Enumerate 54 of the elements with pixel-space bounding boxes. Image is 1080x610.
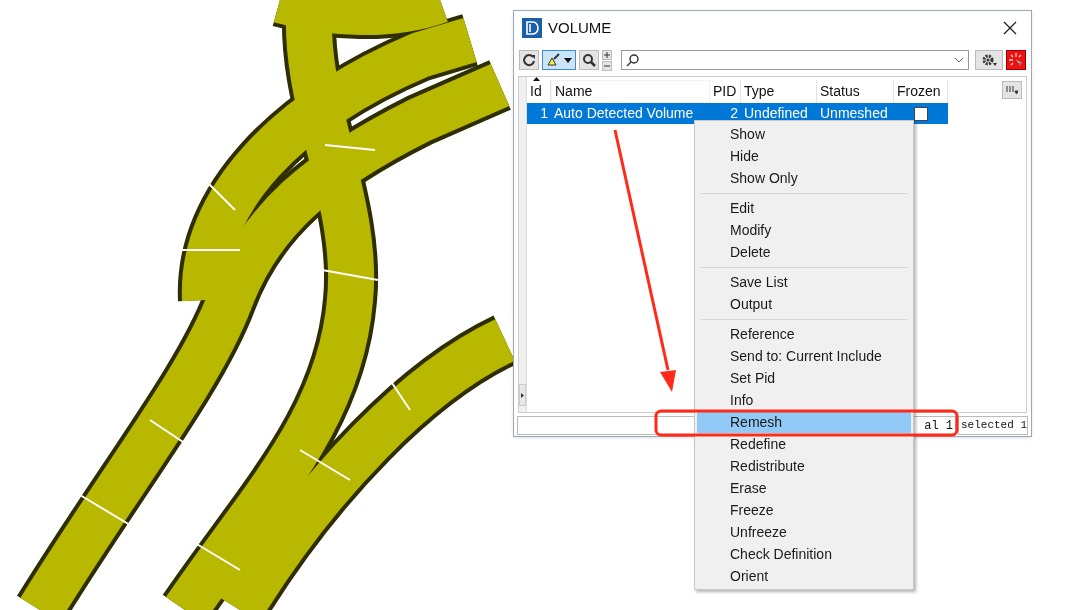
highlighter-icon (545, 53, 562, 67)
sort-arrow-icon (533, 77, 540, 81)
menu-item[interactable]: Orient (697, 565, 911, 587)
menu-item[interactable]: Remesh (697, 411, 911, 433)
menu-item[interactable]: Send to: Current Include (697, 345, 911, 367)
scroll-arrow-button[interactable] (519, 384, 526, 406)
menu-item[interactable]: Hide (697, 145, 911, 167)
menu-item[interactable]: Show (697, 123, 911, 145)
cursor-icon (1009, 53, 1024, 67)
menu-item[interactable]: Set Pid (697, 367, 911, 389)
menu-item[interactable]: Modify (697, 219, 911, 241)
table-cell-text: 1 (539, 104, 549, 123)
highlight-dropdown-button[interactable] (541, 50, 576, 70)
zoom-button[interactable] (578, 50, 599, 70)
search-combobox[interactable] (620, 50, 970, 70)
search-icon (625, 53, 640, 67)
pick-button[interactable] (1006, 50, 1026, 70)
plus-icon (603, 51, 610, 58)
magnifier-icon (581, 53, 596, 67)
menu-item[interactable]: Reference (697, 323, 911, 345)
plus-button[interactable] (601, 49, 612, 60)
menu-item[interactable]: Freeze (697, 499, 911, 521)
menu-item[interactable]: Check Definition (697, 543, 911, 565)
column-chooser-button[interactable] (1002, 81, 1022, 99)
caret-down-icon (563, 57, 572, 63)
menu-item[interactable]: Show Only (697, 167, 911, 189)
table-cell-text: Unmeshed (819, 104, 889, 123)
menu-item[interactable]: Delete (697, 241, 911, 263)
triangle-right-icon (521, 392, 524, 398)
status-field: selected 1 (958, 416, 1028, 435)
chevron-down-icon (954, 57, 965, 63)
menu-item[interactable]: Edit (697, 197, 911, 219)
menu-item[interactable]: Unfreeze (697, 521, 911, 543)
table-row[interactable]: 1 Auto Detected Volume 2 Undefined Unmeshed (527, 103, 948, 124)
table-cell-text: Undefined (743, 104, 809, 123)
menu-item[interactable]: Redefine (697, 433, 911, 455)
refresh-icon (521, 53, 536, 67)
table-cell-text: Auto Detected Volume (553, 104, 695, 123)
menu-item[interactable]: Output (697, 293, 911, 315)
columns-icon (1006, 85, 1018, 95)
window-title: VOLUME (548, 17, 612, 38)
menu-item[interactable]: Redistribute (697, 455, 911, 477)
refresh-button[interactable] (519, 50, 539, 70)
menu-item[interactable]: Save List (697, 271, 911, 293)
menu-item[interactable]: Info (697, 389, 911, 411)
close-icon[interactable] (1003, 21, 1017, 35)
gear-icon (981, 53, 998, 67)
minus-icon (603, 62, 610, 69)
frozen-checkbox[interactable] (914, 106, 928, 121)
table-cell-text: 2 (729, 104, 739, 123)
minus-button[interactable] (601, 60, 612, 71)
settings-button[interactable] (975, 50, 1004, 70)
menu-item[interactable]: Erase (697, 477, 911, 499)
app-logo-icon (522, 18, 542, 38)
